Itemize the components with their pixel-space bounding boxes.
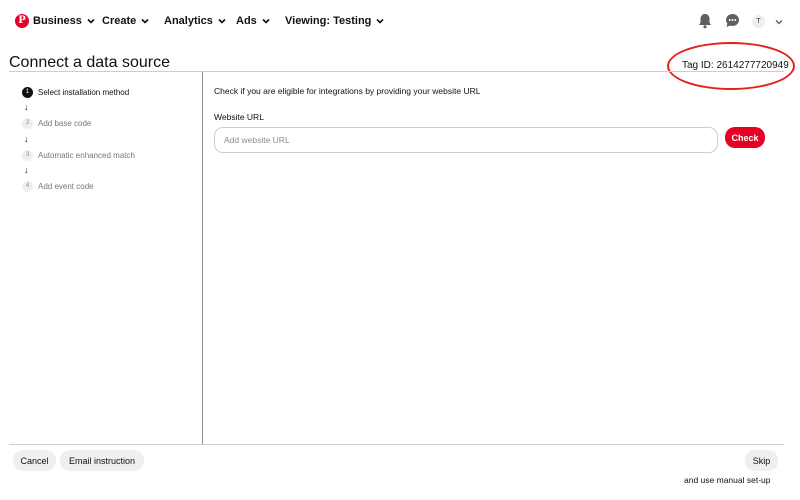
chevron-down-icon: [87, 18, 95, 24]
step-number: 3: [22, 150, 33, 161]
nav-viewing-label: Viewing: Testing: [285, 15, 372, 27]
nav-analytics-label: Analytics: [164, 15, 213, 27]
page-title: Connect a data source: [9, 54, 170, 71]
cancel-button[interactable]: Cancel: [13, 450, 56, 471]
website-url-label: Website URL: [214, 112, 264, 122]
step-1[interactable]: 1 Select installation method: [22, 87, 129, 98]
step-number: 4: [22, 181, 33, 192]
step-label: Add event code: [38, 182, 94, 191]
top-nav: P Business Create Analytics Ads Viewing:…: [0, 0, 800, 44]
account-chevron-down-icon[interactable]: [774, 17, 784, 27]
arrow-down-icon: ↓: [24, 134, 29, 144]
nav-business-label: Business: [33, 15, 82, 27]
steps-panel: 1 Select installation method ↓ 2 Add bas…: [9, 72, 202, 444]
step-number: 2: [22, 118, 33, 129]
chat-icon[interactable]: [725, 13, 740, 28]
step-2[interactable]: 2 Add base code: [22, 118, 91, 129]
arrow-down-icon: ↓: [24, 102, 29, 112]
step-3[interactable]: 3 Automatic enhanced match: [22, 150, 135, 161]
nav-create-label: Create: [102, 15, 137, 27]
step-label: Automatic enhanced match: [38, 151, 135, 160]
panel-divider: [202, 72, 203, 444]
chevron-down-icon: [376, 18, 384, 24]
chevron-down-icon: [262, 18, 270, 24]
step-number: 1: [22, 87, 33, 98]
email-instruction-button[interactable]: Email instruction: [60, 450, 144, 471]
tag-id-highlight-annotation: [667, 42, 795, 90]
nav-ads[interactable]: Ads: [236, 15, 271, 27]
step-4[interactable]: 4 Add event code: [22, 181, 94, 192]
manual-setup-note: and use manual set-up: [684, 475, 771, 485]
step-label: Add base code: [38, 119, 92, 128]
bell-icon[interactable]: [698, 13, 712, 29]
skip-button[interactable]: Skip: [745, 450, 778, 471]
nav-viewing[interactable]: Viewing: Testing: [285, 15, 385, 27]
chevron-down-icon: [218, 18, 226, 24]
nav-business[interactable]: Business: [33, 15, 96, 27]
website-url-input[interactable]: [214, 127, 718, 153]
check-button[interactable]: Check: [725, 127, 765, 148]
nav-analytics[interactable]: Analytics: [164, 15, 227, 27]
chevron-down-icon: [141, 18, 149, 24]
pinterest-logo-icon[interactable]: P: [15, 14, 29, 28]
arrow-down-icon: ↓: [24, 165, 29, 175]
footer-divider: [9, 444, 784, 445]
nav-create[interactable]: Create: [102, 15, 150, 27]
intro-text: Check if you are eligible for integratio…: [214, 86, 481, 96]
step-label: Select installation method: [38, 88, 130, 97]
avatar[interactable]: T: [752, 15, 765, 28]
nav-ads-label: Ads: [236, 15, 257, 27]
